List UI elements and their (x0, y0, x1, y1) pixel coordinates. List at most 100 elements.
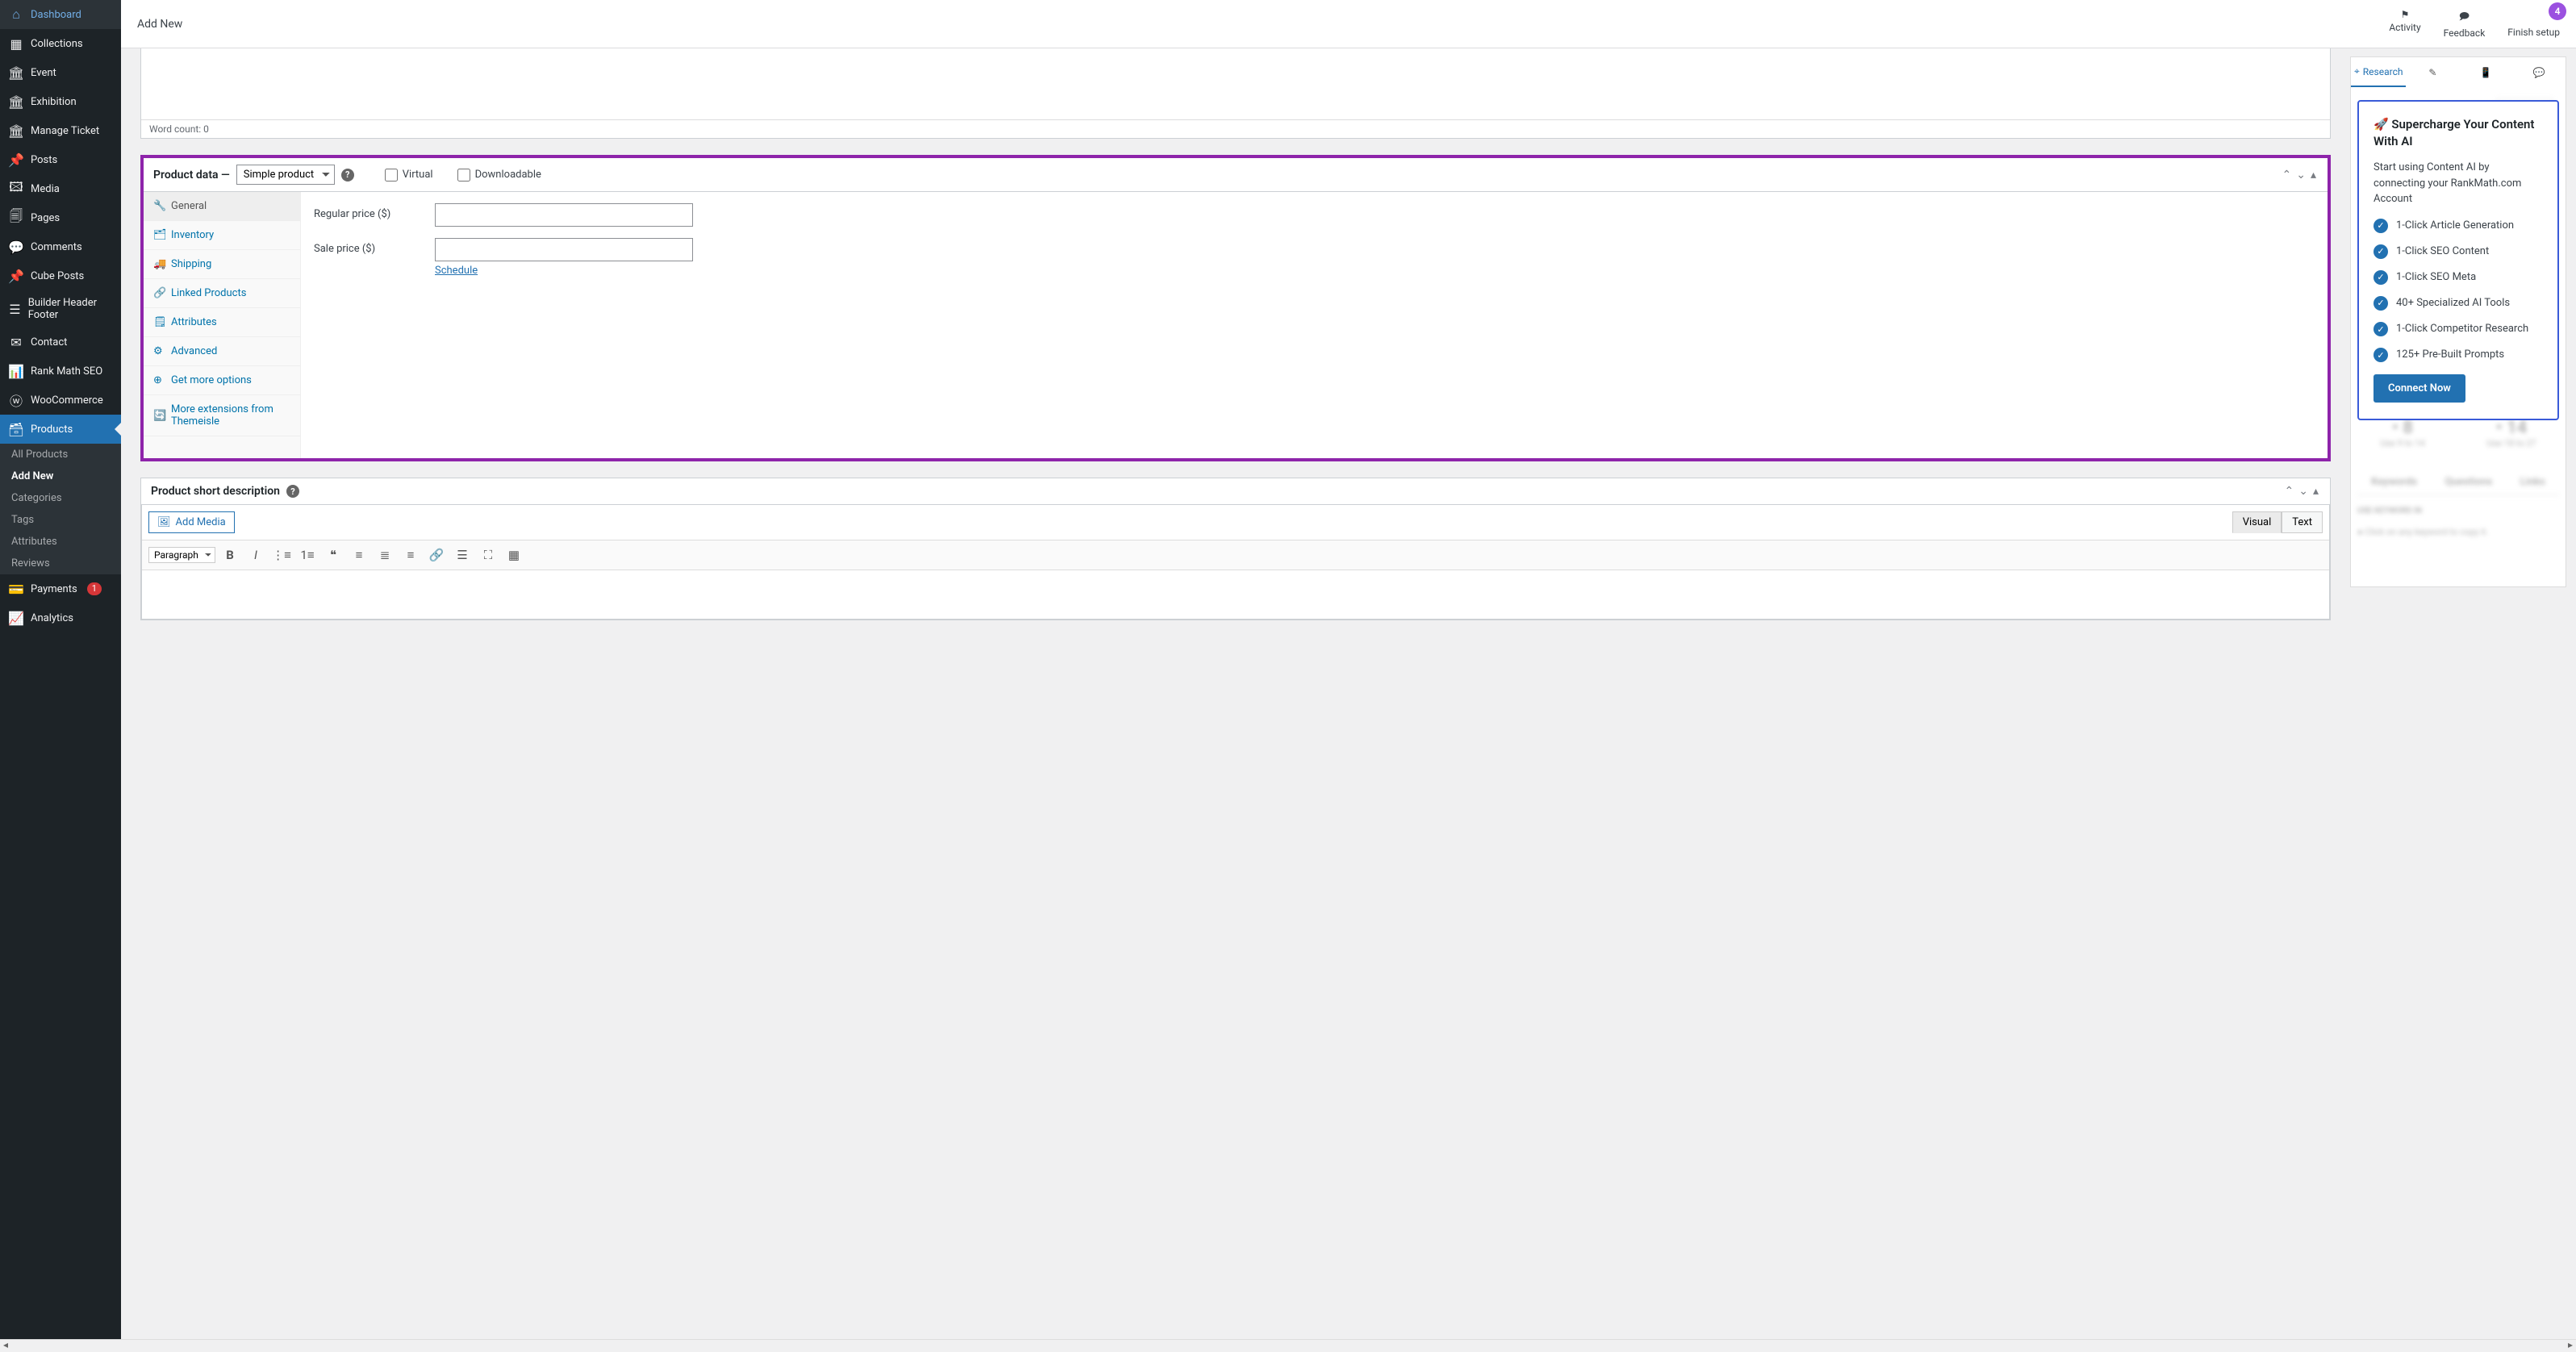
italic-button[interactable]: I (244, 544, 267, 566)
fullscreen-button[interactable]: ⛶ (477, 544, 499, 566)
tab-inventory[interactable]: 🗂Inventory (144, 221, 300, 250)
short-desc-editor[interactable] (142, 570, 2329, 619)
help-icon[interactable]: ? (286, 485, 299, 498)
sidebar-comments[interactable]: 💬Comments (0, 232, 121, 261)
ai-feature: ✓1-Click Article Generation (2374, 219, 2543, 233)
sale-price-label: Sale price ($) (314, 238, 435, 255)
check-icon: ✓ (2374, 322, 2388, 336)
product-type-select[interactable]: Simple product (236, 165, 335, 185)
ol-button[interactable]: 1≡ (296, 544, 319, 566)
sale-price-input[interactable] (435, 238, 693, 261)
mail-icon: ✉ (8, 334, 24, 350)
sidebar-manage-ticket[interactable]: 🏛Manage Ticket (0, 116, 121, 145)
phone-tab[interactable]: 📱 (2459, 57, 2512, 87)
align-left-button[interactable]: ≡ (348, 544, 370, 566)
pages-icon: 🗐 (8, 210, 24, 226)
wrench-icon: 🔧 (153, 200, 165, 212)
tab-general[interactable]: 🔧General (144, 192, 300, 221)
link-icon: 🔗 (153, 287, 165, 299)
panel-toggle-icon[interactable]: ▴ (2309, 169, 2318, 182)
connect-now-button[interactable]: Connect Now (2374, 374, 2465, 403)
panel-up-icon[interactable]: ⌃ (2281, 169, 2294, 182)
ai-feature: ✓40+ Specialized AI Tools (2374, 296, 2543, 311)
write-tab[interactable]: ✎ (2406, 57, 2459, 87)
extensions-icon: 🔄 (153, 410, 165, 422)
tab-linked-products[interactable]: 🔗Linked Products (144, 279, 300, 308)
tab-get-more-options[interactable]: ⊕Get more options (144, 366, 300, 395)
payments-icon: 💳 (8, 581, 24, 597)
regular-price-input[interactable] (435, 203, 693, 227)
finish-setup-button[interactable]: 4 Finish setup (2507, 9, 2560, 39)
sidebar-media[interactable]: 🖾Media (0, 174, 121, 203)
check-icon: ✓ (2374, 219, 2388, 233)
submenu-tags[interactable]: Tags (0, 509, 121, 531)
help-icon[interactable]: ? (341, 169, 354, 182)
align-center-button[interactable]: ≣ (374, 544, 396, 566)
submenu-add-new[interactable]: Add New (0, 465, 121, 487)
add-media-button[interactable]: 🖼Add Media (148, 511, 235, 533)
panel-down-icon[interactable]: ⌄ (2297, 485, 2310, 498)
submenu-reviews[interactable]: Reviews (0, 553, 121, 574)
chart-icon: 📊 (8, 363, 24, 379)
sidebar-contact[interactable]: ✉Contact (0, 328, 121, 357)
chat-tab[interactable]: 💬 (2512, 57, 2566, 87)
products-icon: 🗃 (8, 421, 24, 437)
tab-advanced[interactable]: ⚙Advanced (144, 337, 300, 366)
sidebar-collections[interactable]: ▦Collections (0, 29, 121, 58)
more-button[interactable]: ☰ (451, 544, 474, 566)
align-right-button[interactable]: ≡ (399, 544, 422, 566)
sidebar-pages[interactable]: 🗐Pages (0, 203, 121, 232)
submenu-all-products[interactable]: All Products (0, 444, 121, 465)
schedule-link[interactable]: Schedule (435, 265, 478, 277)
media-icon: 🖾 (8, 181, 24, 197)
format-select[interactable]: Paragraph (148, 547, 215, 563)
panel-up-icon[interactable]: ⌃ (2283, 485, 2296, 498)
ai-feature: ✓1-Click SEO Content (2374, 244, 2543, 259)
check-icon: ✓ (2374, 348, 2388, 362)
visual-tab[interactable]: Visual (2232, 511, 2282, 533)
panel-down-icon[interactable]: ⌄ (2294, 169, 2307, 182)
downloadable-checkbox[interactable]: Downloadable (457, 169, 541, 182)
submenu-attributes[interactable]: Attributes (0, 531, 121, 553)
tab-shipping[interactable]: 🚚Shipping (144, 250, 300, 279)
submenu-categories[interactable]: Categories (0, 487, 121, 509)
sidebar-rank-math-seo[interactable]: 📊Rank Math SEO (0, 357, 121, 386)
sidebar-builder-header-footer[interactable]: ☰Builder Header Footer (0, 290, 121, 328)
sidebar-posts[interactable]: 📌Posts (0, 145, 121, 174)
toolbar-toggle-button[interactable]: ▦ (503, 544, 525, 566)
sidebar-analytics[interactable]: 📈Analytics (0, 603, 121, 632)
virtual-checkbox[interactable]: Virtual (385, 169, 433, 182)
analytics-icon: 📈 (8, 610, 24, 626)
page-title: Add New (137, 18, 182, 31)
panel-toggle-icon[interactable]: ▴ (2311, 485, 2320, 498)
editor-canvas[interactable] (141, 48, 2330, 119)
ai-popup: 🚀 Supercharge Your Content With AI Start… (2357, 100, 2559, 420)
ai-feature: ✓1-Click Competitor Research (2374, 322, 2543, 336)
link-button[interactable]: 🔗 (425, 544, 448, 566)
activity-button[interactable]: ⚑ Activity (2389, 9, 2420, 39)
sidebar-woocommerce[interactable]: ⓦWooCommerce (0, 386, 121, 415)
ticket-icon: 🏛 (8, 123, 24, 139)
ul-button[interactable]: ⋮≡ (270, 544, 293, 566)
horizontal-scrollbar[interactable] (0, 1339, 2576, 1352)
text-tab[interactable]: Text (2282, 511, 2323, 533)
tab-more-extensions[interactable]: 🔄More extensions from Themeisle (144, 395, 300, 436)
feedback-button[interactable]: 🗩 Feedback (2444, 9, 2486, 39)
check-icon: ✓ (2374, 244, 2388, 259)
research-tab[interactable]: ⌖Research (2351, 57, 2406, 87)
event-icon: 🏛 (8, 65, 24, 81)
sidebar-exhibition[interactable]: 🏛Exhibition (0, 87, 121, 116)
bold-button[interactable]: B (219, 544, 241, 566)
word-count: Word count: 0 (141, 119, 2330, 138)
sidebar-payments[interactable]: 💳Payments1 (0, 574, 121, 603)
ai-popup-subtitle: Start using Content AI by connecting you… (2374, 160, 2543, 207)
sidebar-cube-posts[interactable]: 📌Cube Posts (0, 261, 121, 290)
quote-button[interactable]: ❝ (322, 544, 344, 566)
sidebar-event[interactable]: 🏛Event (0, 58, 121, 87)
tab-attributes[interactable]: 🗒Attributes (144, 308, 300, 337)
sidebar-dashboard[interactable]: ⌂Dashboard (0, 0, 121, 29)
sidebar-products[interactable]: 🗃Products (0, 415, 121, 444)
woo-icon: ⓦ (8, 392, 24, 408)
short-description-panel: Product short description ? ⌃ ⌄ ▴ 🖼Add M… (140, 478, 2331, 620)
attributes-icon: 🗒 (153, 316, 165, 328)
